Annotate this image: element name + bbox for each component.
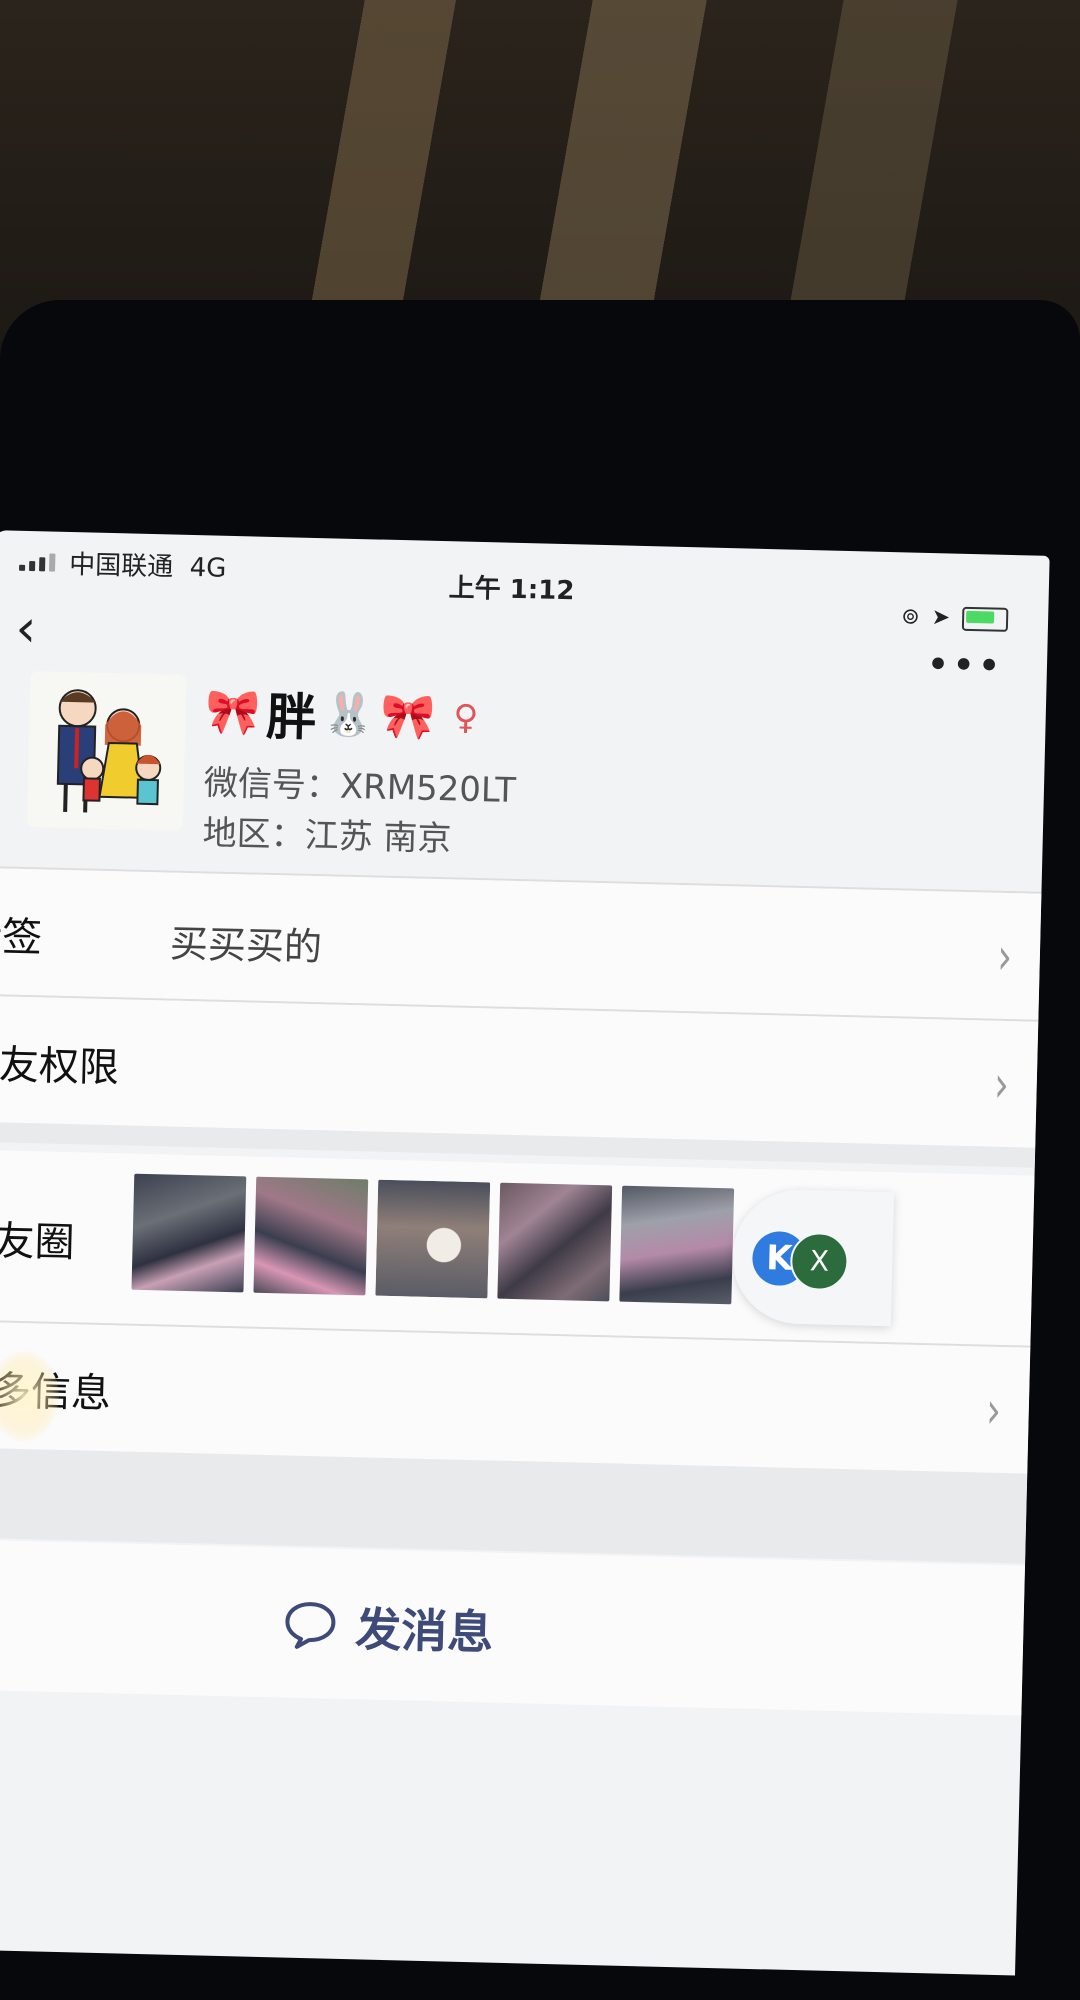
row-friend-permissions[interactable]: 朋友权限 › <box>0 995 1039 1148</box>
ellipsis-icon: ••• <box>925 641 1004 690</box>
row-tags-value: 买买买的 <box>169 921 323 970</box>
moment-photo[interactable] <box>497 1182 613 1302</box>
rabbit-emoji-icon: 🐰 <box>321 689 376 740</box>
ribbon-emoji-icon: 🎀 <box>204 686 262 739</box>
row-moments-label: 朋友圈 <box>0 1217 76 1267</box>
moments-thumbnails <box>131 1173 735 1305</box>
wechat-id: 微信号：XRM520LT <box>203 763 517 811</box>
chevron-right-icon: › <box>985 1382 1002 1441</box>
region: 地区：江苏 南京 <box>202 813 452 860</box>
chevron-left-icon: ‹ <box>14 598 38 660</box>
row-more-info[interactable]: 更多信息 › <box>0 1321 1031 1474</box>
more-options-button[interactable]: ••• <box>925 641 1004 690</box>
status-icons: ⊚ ➤ <box>900 604 1009 632</box>
female-gender-icon: ♀ <box>452 697 479 738</box>
x-app-icon: X <box>789 1231 850 1292</box>
phone-screen: 中国联通 4G 上午 1:12 ⊚ ➤ ‹ ••• 🎀 胖 🐰 🎀 ♀ 微信号：… <box>0 530 1050 1976</box>
family-cartoon-avatar <box>56 689 162 813</box>
send-message-bar: 发消息 <box>0 1539 1026 1716</box>
location-icon: ➤ <box>931 605 951 631</box>
back-button[interactable]: ‹ <box>15 599 37 659</box>
carrier-text: 中国联通 <box>68 549 174 583</box>
chevron-right-icon: › <box>993 1056 1010 1115</box>
moment-photo[interactable] <box>253 1176 369 1296</box>
floating-app-badge[interactable]: K X <box>730 1188 895 1327</box>
moment-photo[interactable] <box>375 1179 491 1299</box>
carrier-name: 中国联通 4G <box>69 544 227 585</box>
send-message-label: 发消息 <box>354 1602 494 1660</box>
network-type: 4G <box>189 552 227 584</box>
signal-icon <box>19 553 56 572</box>
moment-photo[interactable] <box>131 1173 247 1293</box>
ribbon-emoji-icon: 🎀 <box>380 690 437 743</box>
row-permissions-label: 朋友权限 <box>0 1041 120 1092</box>
send-message-button[interactable]: 发消息 <box>283 1592 495 1663</box>
nickname: 🎀 胖 🐰 🎀 ♀ <box>205 675 479 754</box>
status-time: 上午 1:12 <box>448 573 575 607</box>
row-tags-label: 标签 <box>0 913 43 962</box>
chat-bubble-icon <box>285 1602 336 1649</box>
nickname-text: 胖 <box>265 687 318 748</box>
avatar[interactable] <box>26 671 187 831</box>
rotation-lock-icon: ⊚ <box>900 604 921 630</box>
row-tags[interactable]: 标签 买买买的 › <box>0 867 1042 1020</box>
moment-photo[interactable] <box>619 1185 735 1305</box>
chevron-right-icon: › <box>996 928 1013 987</box>
battery-icon <box>961 606 1009 632</box>
background-photo <box>0 0 1080 340</box>
